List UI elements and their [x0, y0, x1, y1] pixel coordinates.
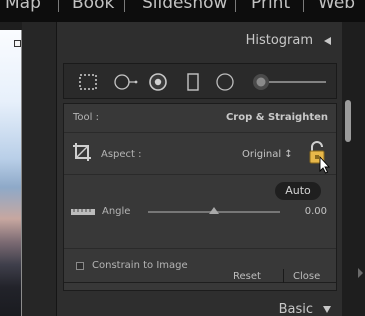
button-separator [283, 269, 284, 283]
spot-removal-icon[interactable] [112, 73, 138, 95]
basic-title: Basic [278, 302, 313, 316]
panel-gutter [22, 22, 56, 316]
angle-value[interactable]: 0.00 [305, 206, 327, 217]
photo-preview[interactable] [0, 30, 22, 316]
right-panel: Histogram Tool: Crop & Straighten Aspec… [56, 22, 343, 316]
lock-icon[interactable] [307, 140, 335, 178]
expand-triangle-icon[interactable] [323, 306, 331, 313]
crop-panel: Tool : Crop & Straighten Aspect : Origin… [63, 103, 337, 291]
module-slideshow[interactable]: Slideshow [142, 0, 227, 13]
panel-scrollbar[interactable] [342, 22, 365, 316]
histogram-header[interactable]: Histogram [57, 22, 343, 58]
tool-label: Tool : [73, 112, 99, 123]
straighten-tool-icon[interactable] [70, 204, 96, 223]
module-print[interactable]: Print [251, 0, 290, 13]
collapse-right-panel-icon[interactable] [358, 268, 363, 278]
divider [64, 282, 336, 283]
close-button[interactable]: Close [293, 271, 320, 282]
tool-value: Crop & Straighten [225, 112, 328, 123]
module-separator [58, 0, 59, 12]
radial-filter-icon[interactable] [215, 73, 235, 95]
module-separator [303, 0, 304, 12]
crop-frame-icon[interactable] [71, 141, 93, 167]
constrain-label: Constrain to Image [92, 260, 188, 271]
divider [64, 132, 336, 133]
collapse-triangle-icon[interactable] [324, 37, 331, 45]
angle-label: Angle [102, 206, 131, 217]
red-eye-icon[interactable] [148, 73, 168, 95]
module-separator [124, 0, 125, 12]
graduated-filter-icon[interactable] [186, 73, 200, 95]
aspect-dropdown[interactable]: Original ↕ [242, 149, 293, 160]
reset-button[interactable]: Reset [233, 271, 261, 282]
module-map[interactable]: Map [5, 0, 41, 13]
divider [64, 174, 336, 175]
module-web[interactable]: Web [318, 0, 355, 13]
crop-overlay-icon[interactable] [78, 73, 98, 95]
module-picker: Map Book Slideshow Print Web [0, 0, 365, 22]
divider [64, 248, 336, 249]
aspect-label: Aspect : [101, 149, 142, 160]
angle-slider-knob[interactable] [209, 207, 219, 214]
adjustment-brush-icon[interactable] [252, 73, 330, 95]
module-separator [235, 0, 236, 12]
histogram-title: Histogram [245, 33, 313, 48]
basic-header[interactable]: Basic [57, 294, 343, 316]
module-book[interactable]: Book [72, 0, 114, 13]
constrain-checkbox[interactable] [76, 262, 84, 270]
crop-corner-handle[interactable] [14, 40, 21, 47]
tool-strip [63, 63, 337, 99]
scroll-thumb[interactable] [345, 100, 351, 142]
auto-button[interactable]: Auto [275, 182, 321, 200]
